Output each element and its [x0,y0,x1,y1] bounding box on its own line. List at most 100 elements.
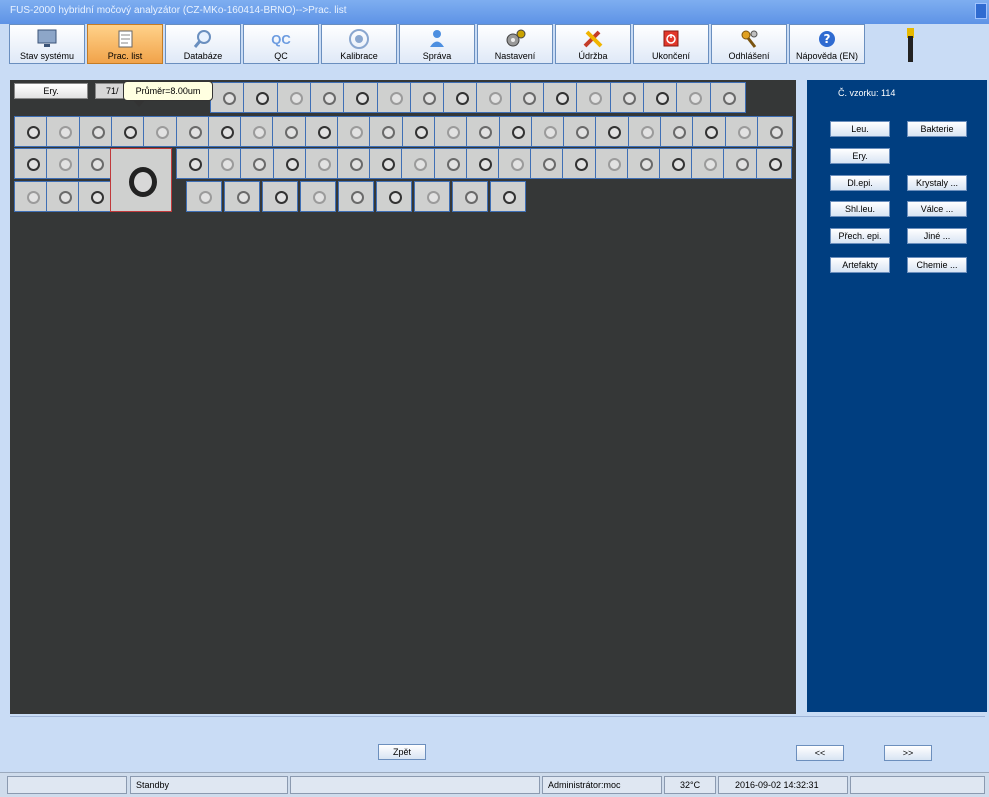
toolbar-button-napoveda[interactable]: ? Nápověda (EN) [789,24,865,64]
cell-thumbnail[interactable] [609,82,646,113]
valce-button[interactable]: Válce ... [907,201,967,217]
cell-thumbnail[interactable] [240,148,277,179]
class-selector-ery[interactable]: Ery. [14,83,88,99]
cell-thumbnail[interactable] [723,148,760,179]
cell-thumbnail[interactable] [401,148,438,179]
cell-thumbnail[interactable] [272,116,309,147]
cell-thumbnail[interactable] [14,181,50,212]
cell-thumbnail[interactable] [626,148,663,179]
cell-thumbnail[interactable] [476,82,513,113]
cell-thumbnail[interactable] [401,116,438,147]
cell-thumbnail[interactable] [272,148,309,179]
cell-thumbnail[interactable] [110,116,147,147]
cell-thumbnail[interactable] [433,148,470,179]
cell-thumbnail[interactable] [692,116,729,147]
toolbar-button-ukonceni[interactable]: Ukončení [633,24,709,64]
prechepi-button[interactable]: Přech. epi. [830,228,890,244]
cell-thumbnail[interactable] [207,116,244,147]
cell-thumbnail[interactable] [490,181,526,212]
cell-thumbnail[interactable] [376,181,412,212]
toolbar-button-kalibrace[interactable]: Kalibrace [321,24,397,64]
cell-thumbnail[interactable] [46,181,82,212]
shlleu-button[interactable]: Shl.leu. [830,201,890,217]
window-control-icon[interactable] [975,3,987,19]
cell-thumbnail[interactable] [509,82,546,113]
cell-thumbnail[interactable] [414,181,450,212]
cell-thumbnail[interactable] [594,148,631,179]
cell-thumbnail[interactable] [562,148,599,179]
chemie-button[interactable]: Chemie ... [907,257,967,273]
cell-thumbnail[interactable] [186,181,222,212]
artefakty-button[interactable]: Artefakty [830,257,890,273]
cell-thumbnail[interactable] [14,116,50,147]
cell-thumbnail[interactable] [46,116,83,147]
cell-thumbnail[interactable] [530,116,567,147]
cell-thumbnail[interactable] [309,82,346,113]
cell-thumbnail[interactable] [755,148,792,179]
cell-thumbnail[interactable] [175,116,212,147]
cell-thumbnail[interactable] [143,116,180,147]
cell-thumbnail[interactable] [262,181,298,212]
cell-thumbnail[interactable] [642,82,679,113]
cell-thumbnail[interactable] [224,181,260,212]
cell-thumbnail[interactable] [443,82,480,113]
cell-thumbnail[interactable] [498,116,535,147]
cell-thumbnail[interactable] [46,148,82,179]
cell-image-enlarged[interactable] [110,148,172,212]
back-button[interactable]: Zpět [378,744,426,760]
dlepi-button[interactable]: Dl.epi. [830,175,890,191]
ery-button[interactable]: Ery. [830,148,890,164]
jine-button[interactable]: Jiné ... [907,228,967,244]
cell-thumbnail[interactable] [304,116,341,147]
bakterie-button[interactable]: Bakterie [907,121,967,137]
cell-thumbnail[interactable] [660,116,696,147]
toolbar-button-sprava[interactable]: Správa [399,24,475,64]
toolbar-button-stav-systemu[interactable]: Stav systému [9,24,85,64]
toolbar-button-qc[interactable]: QC QC [243,24,319,64]
cell-thumbnail[interactable] [498,148,534,179]
cell-thumbnail[interactable] [659,148,695,179]
cell-thumbnail[interactable] [78,148,114,179]
cell-thumbnail[interactable] [276,82,313,113]
cell-thumbnail[interactable] [337,116,373,147]
cell-thumbnail[interactable] [409,82,446,113]
cell-thumbnail[interactable] [563,116,600,147]
cell-thumbnail[interactable] [14,148,50,179]
cell-thumbnail[interactable] [304,148,341,179]
cell-thumbnail[interactable] [78,181,114,212]
cell-thumbnail[interactable] [676,82,713,113]
cell-thumbnail[interactable] [243,82,280,113]
cell-thumbnail[interactable] [369,148,406,179]
cell-thumbnail[interactable] [691,148,728,179]
cell-thumbnail[interactable] [433,116,470,147]
cell-thumbnail[interactable] [576,82,613,113]
cell-thumbnail[interactable] [709,82,746,113]
cell-thumbnail[interactable] [530,148,567,179]
cell-thumbnail[interactable] [338,181,374,212]
toolbar-button-nastaveni[interactable]: Nastavení [477,24,553,64]
cell-thumbnail[interactable] [724,116,761,147]
cell-thumbnail[interactable] [466,116,503,147]
cell-thumbnail[interactable] [595,116,632,147]
toolbar-button-databaze[interactable]: Databáze [165,24,241,64]
cell-thumbnail[interactable] [543,82,579,113]
cell-thumbnail[interactable] [376,82,413,113]
cell-thumbnail[interactable] [343,82,380,113]
toolbar-button-prac-list[interactable]: Prac. list [87,24,163,64]
cell-thumbnail[interactable] [176,148,212,179]
cell-thumbnail[interactable] [452,181,488,212]
prev-page-button[interactable]: << [796,745,844,761]
cell-thumbnail[interactable] [300,181,336,212]
cell-thumbnail[interactable] [756,116,793,147]
cell-thumbnail[interactable] [627,116,664,147]
cell-thumbnail[interactable] [210,82,246,113]
toolbar-button-odhlaseni[interactable]: Odhlášení [711,24,787,64]
cell-thumbnail[interactable] [208,148,245,179]
krystaly-button[interactable]: Krystaly ... [907,175,967,191]
next-page-button[interactable]: >> [884,745,932,761]
cell-thumbnail[interactable] [240,116,277,147]
cell-thumbnail[interactable] [369,116,406,147]
toolbar-button-udrzba[interactable]: Údržba [555,24,631,64]
cell-thumbnail[interactable] [465,148,502,179]
cell-thumbnail[interactable] [78,116,115,147]
